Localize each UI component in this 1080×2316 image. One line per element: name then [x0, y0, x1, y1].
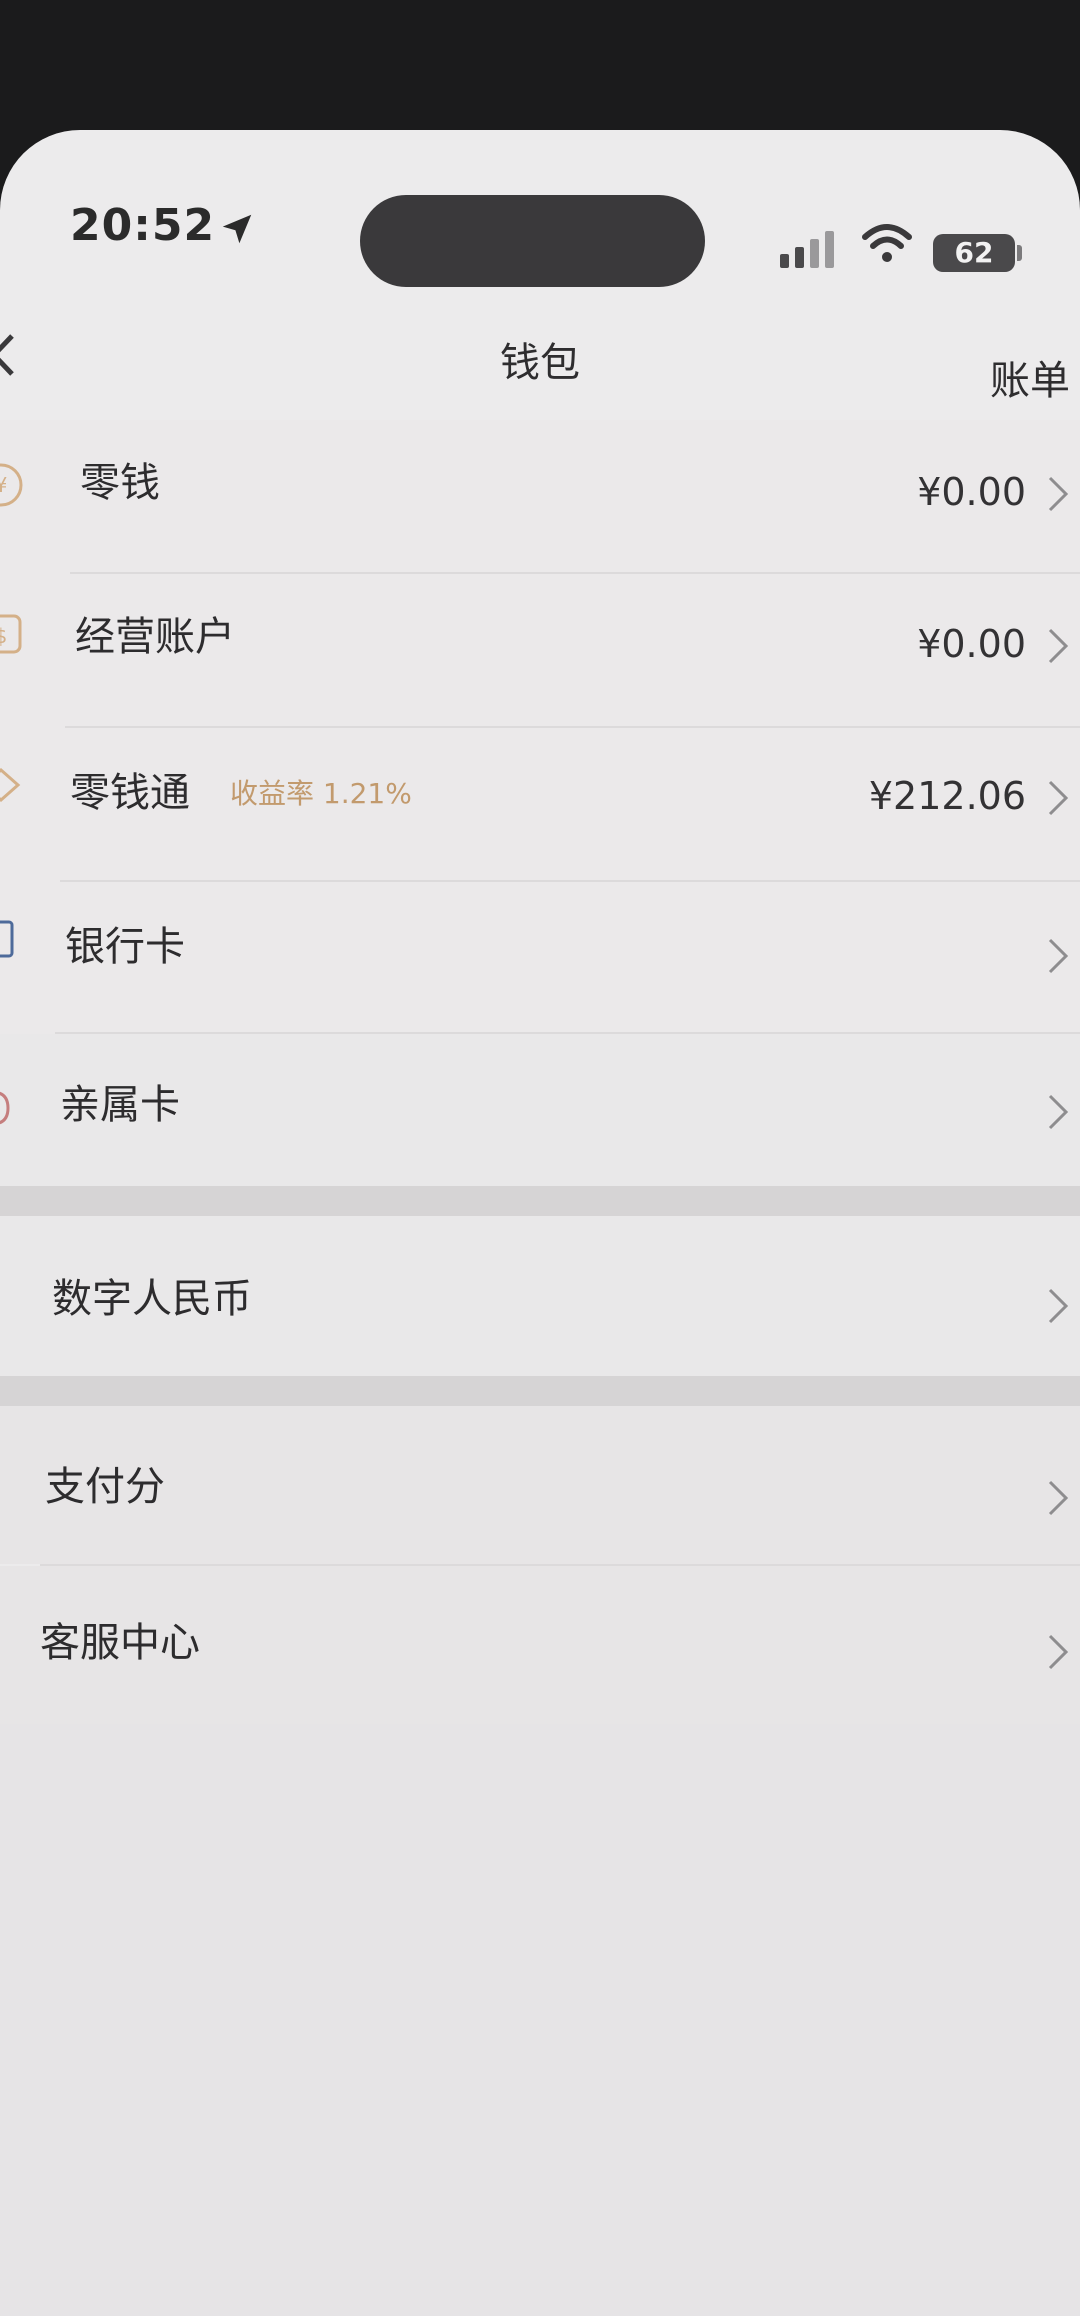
wallet-section: ¥ 零钱 ¥0.00 $ 经营账户 ¥0.00 零钱通 收益率 1.21% ¥2… — [0, 420, 1080, 1080]
empty-area — [0, 1724, 1080, 2316]
nav-bar: 钱包 账单 — [0, 290, 1080, 420]
coin-icon: ¥ — [0, 463, 23, 507]
battery-indicator: 62 — [933, 234, 1015, 272]
status-time: 20:52 — [70, 200, 216, 251]
chevron-right-icon — [1048, 628, 1069, 664]
chevron-right-icon — [1048, 1480, 1069, 1516]
svg-text:$: $ — [0, 624, 7, 648]
section-gap — [0, 1186, 1080, 1216]
wallet-item-change[interactable]: ¥ 零钱 ¥0.00 — [0, 420, 1080, 572]
wallet-item-value: ¥0.00 — [917, 470, 1026, 514]
digital-rmb-label: 数字人民币 — [52, 1276, 252, 1322]
service-item-pay-score[interactable]: 支付分 — [0, 1406, 1080, 1564]
status-bar: 20:52 62 — [0, 130, 1080, 290]
wifi-icon — [862, 224, 912, 262]
wallet-item-label: 经营账户 — [75, 614, 235, 660]
wallet-item-label: 零钱 — [80, 460, 160, 506]
battery-nub — [1017, 245, 1022, 261]
dynamic-island — [360, 195, 705, 287]
wallet-item-value: ¥0.00 — [917, 622, 1026, 666]
wallet-item-business-account[interactable]: $ 经营账户 ¥0.00 — [0, 574, 1080, 726]
bill-button[interactable]: 账单 — [990, 348, 1080, 406]
wallet-item-label: 亲属卡 — [60, 1082, 180, 1128]
cellular-signal-icon — [780, 231, 834, 268]
chevron-right-icon — [1048, 1634, 1069, 1670]
wallet-item-family-card-row[interactable]: 亲属卡 — [0, 1034, 1080, 1186]
svg-text:¥: ¥ — [0, 473, 7, 497]
phone-screen: 20:52 62 钱包 账单 ¥ 零钱 ¥0.00 $ 经营账户 ¥0.00 零… — [0, 130, 1080, 2316]
location-arrow-icon — [222, 214, 252, 244]
digital-rmb-item[interactable]: 数字人民币 — [0, 1216, 1080, 1376]
wallet-item-lingqiantong[interactable]: 零钱通 收益率 1.21% ¥212.06 — [0, 728, 1080, 880]
store-icon: $ — [0, 614, 22, 654]
chevron-right-icon — [1048, 1094, 1069, 1130]
service-item-label: 客服中心 — [40, 1620, 200, 1666]
yield-rate-label: 收益率 1.21% — [230, 777, 412, 810]
chevron-right-icon — [1048, 476, 1069, 512]
service-item-customer-service[interactable]: 客服中心 — [0, 1566, 1080, 1724]
page-title: 钱包 — [500, 340, 580, 386]
wealth-icon — [0, 767, 21, 803]
chevron-right-icon — [1048, 1288, 1069, 1324]
wallet-item-value: ¥212.06 — [868, 774, 1026, 818]
chevron-right-icon — [1048, 780, 1069, 816]
back-chevron-icon[interactable] — [0, 332, 16, 378]
section-gap — [0, 1376, 1080, 1406]
service-item-label: 支付分 — [45, 1464, 165, 1510]
wallet-item-label: 零钱通 — [70, 770, 190, 816]
family-card-icon — [0, 1091, 10, 1125]
